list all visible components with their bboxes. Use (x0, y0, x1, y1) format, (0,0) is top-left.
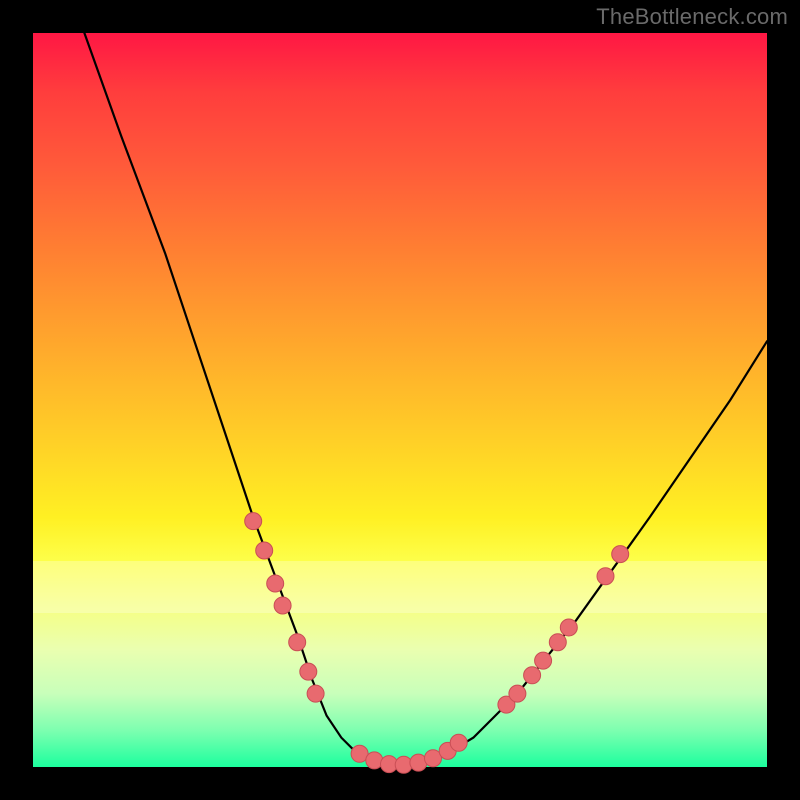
data-dot (307, 685, 324, 702)
data-dot (245, 513, 262, 530)
watermark-text: TheBottleneck.com (596, 4, 788, 30)
data-dot (300, 663, 317, 680)
chart-svg (33, 33, 767, 767)
data-dot (535, 652, 552, 669)
data-dot (274, 597, 291, 614)
data-dot (366, 752, 383, 769)
plot-area (33, 33, 767, 767)
data-dot (549, 634, 566, 651)
data-dot (450, 734, 467, 751)
bottleneck-curve (84, 33, 767, 767)
data-dot (289, 634, 306, 651)
data-dot (267, 575, 284, 592)
data-dot (560, 619, 577, 636)
data-dot (597, 568, 614, 585)
outer-frame: TheBottleneck.com (0, 0, 800, 800)
data-dot (612, 546, 629, 563)
data-dot (509, 685, 526, 702)
dots-group (245, 513, 629, 774)
data-dot (524, 667, 541, 684)
data-dot (256, 542, 273, 559)
data-dot (395, 756, 412, 773)
